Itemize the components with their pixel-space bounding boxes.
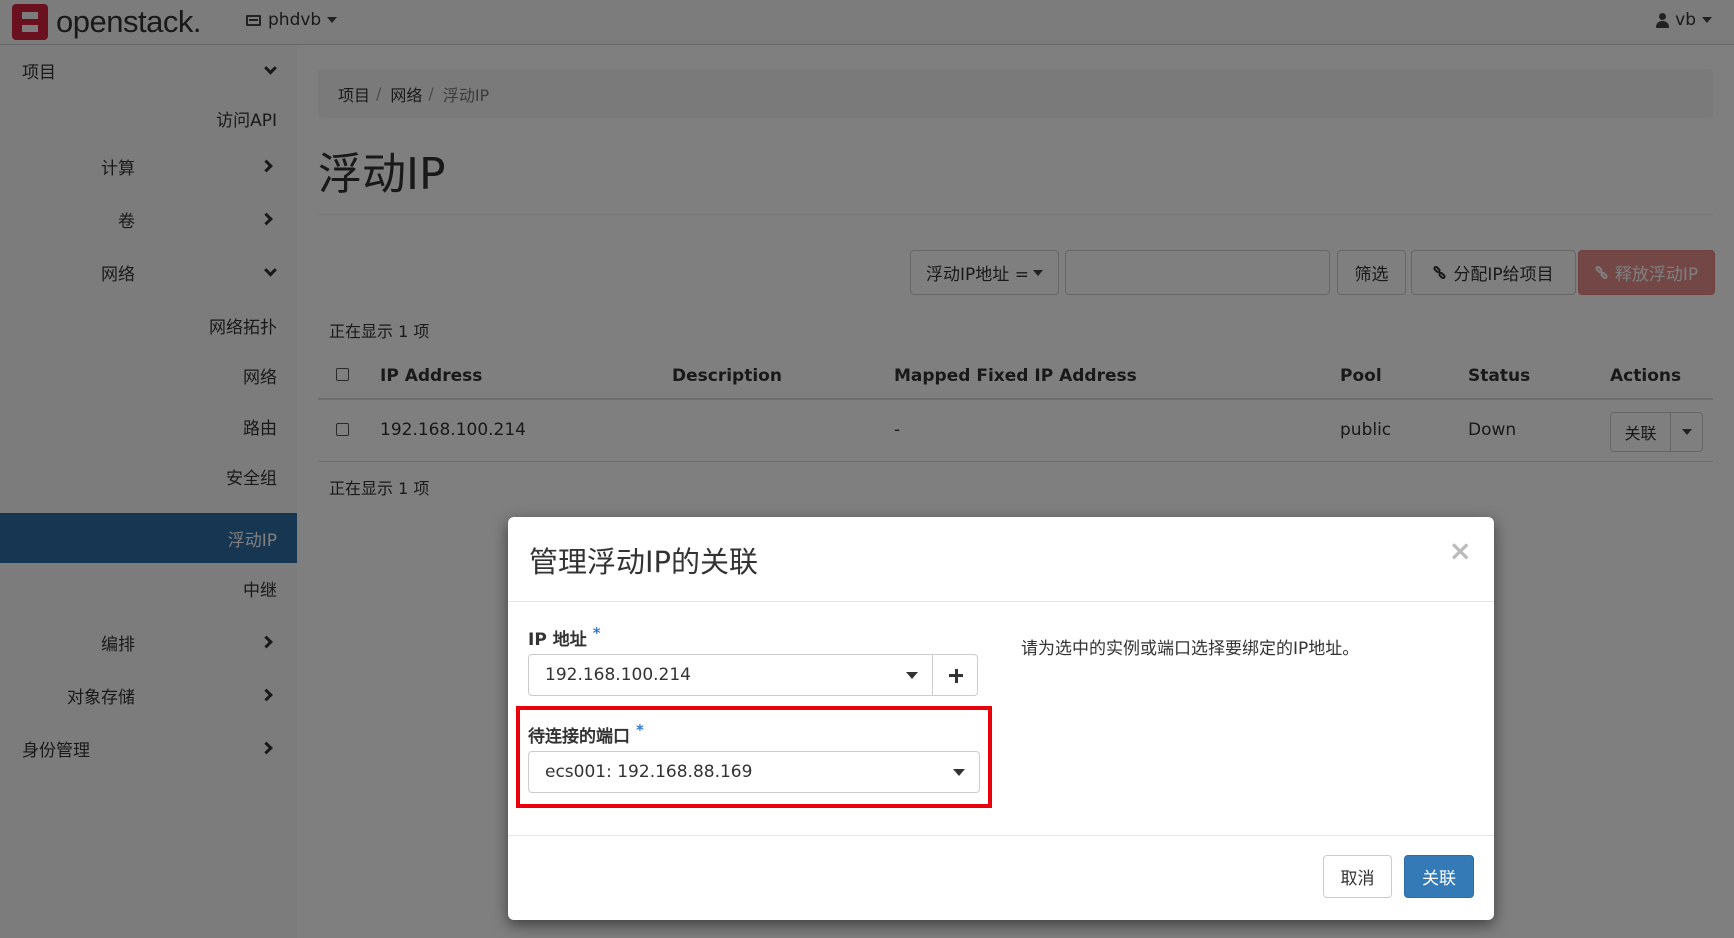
modal-header: 管理浮动IP的关联 × xyxy=(508,517,1494,602)
ip-address-value: 192.168.100.214 xyxy=(545,665,692,685)
help-text: 请为选中的实例或端口选择要绑定的IP地址。 xyxy=(1021,639,1360,659)
modal-title: 管理浮动IP的关联 xyxy=(529,545,759,579)
ip-address-select[interactable]: 192.168.100.214 xyxy=(528,654,933,696)
cancel-button[interactable]: 取消 xyxy=(1323,855,1392,898)
red-highlight-annotation xyxy=(516,706,992,808)
allocate-new-ip-button[interactable] xyxy=(932,654,978,696)
required-marker: * xyxy=(592,624,601,642)
associate-floating-ip-dialog: 管理浮动IP的关联 × IP 地址 * 192.168.100.214 待连接的端… xyxy=(508,517,1494,920)
associate-submit-button[interactable]: 关联 xyxy=(1404,855,1474,898)
ip-address-label-text: IP 地址 xyxy=(528,630,587,650)
close-icon[interactable]: × xyxy=(1449,537,1472,565)
caret-down-icon xyxy=(906,672,918,679)
ip-address-label: IP 地址 * xyxy=(528,624,601,650)
